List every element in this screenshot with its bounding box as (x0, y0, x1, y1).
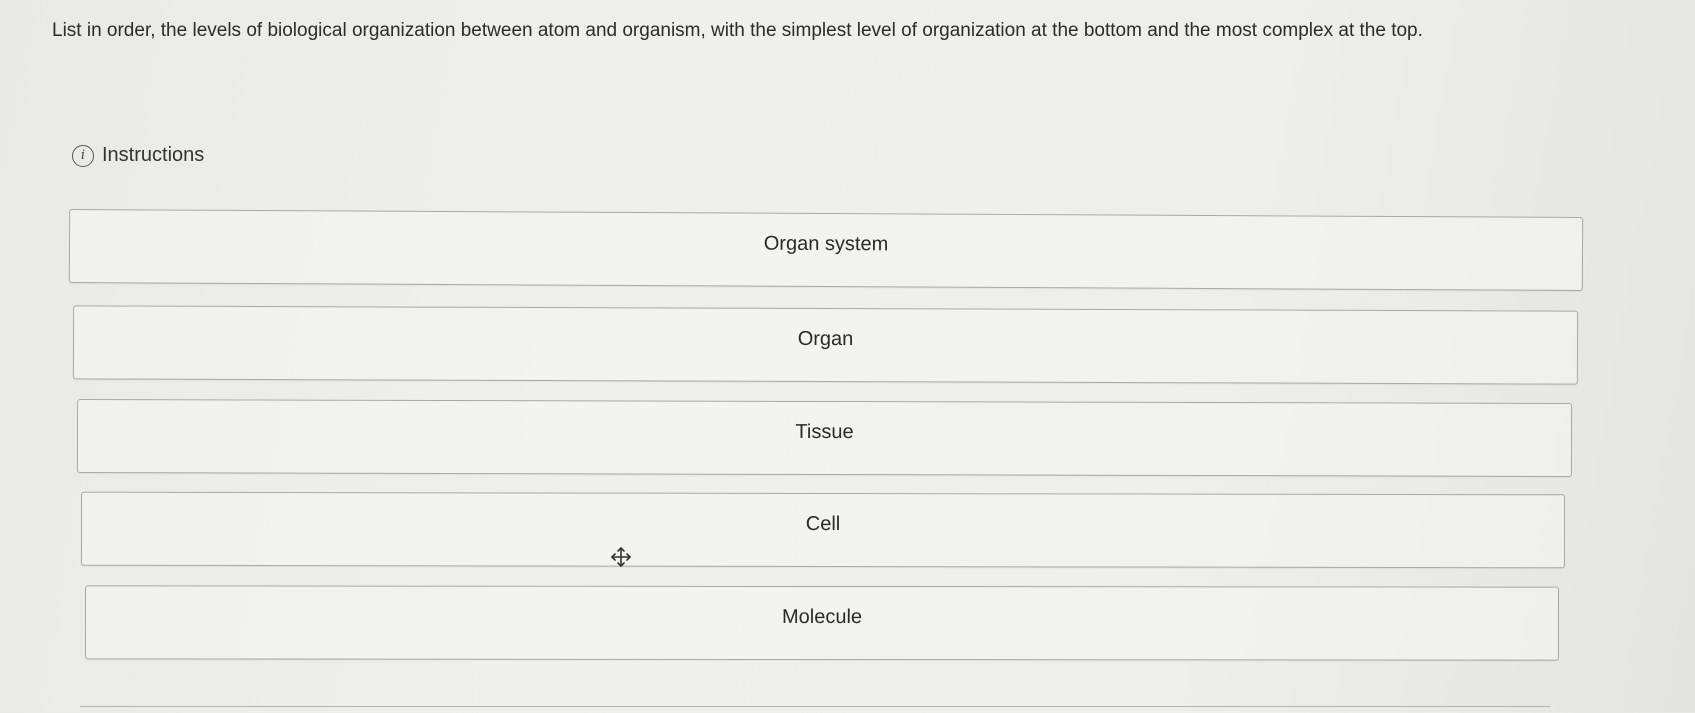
ranking-item-label: Organ (797, 327, 854, 350)
ranking-item-molecule[interactable]: Molecule (84, 585, 1560, 661)
move-cursor-icon (610, 546, 632, 568)
ranking-item-label: Tissue (795, 420, 854, 443)
ranking-item-tissue[interactable]: Tissue (76, 399, 1573, 477)
ranking-item-cell[interactable]: Cell (80, 491, 1566, 569)
ranking-item-label: Organ system (763, 232, 889, 255)
ranking-list: Organ system Organ Tissue Cell Molecule (0, 0, 1695, 712)
ranking-item-label: Cell (805, 512, 841, 535)
ranking-item-organ[interactable]: Organ (72, 305, 1579, 385)
ranking-item-label: Molecule (781, 605, 863, 628)
ranking-question-page: List in order, the levels of biological … (0, 0, 1695, 712)
ranking-item-organ-system[interactable]: Organ system (68, 209, 1584, 291)
